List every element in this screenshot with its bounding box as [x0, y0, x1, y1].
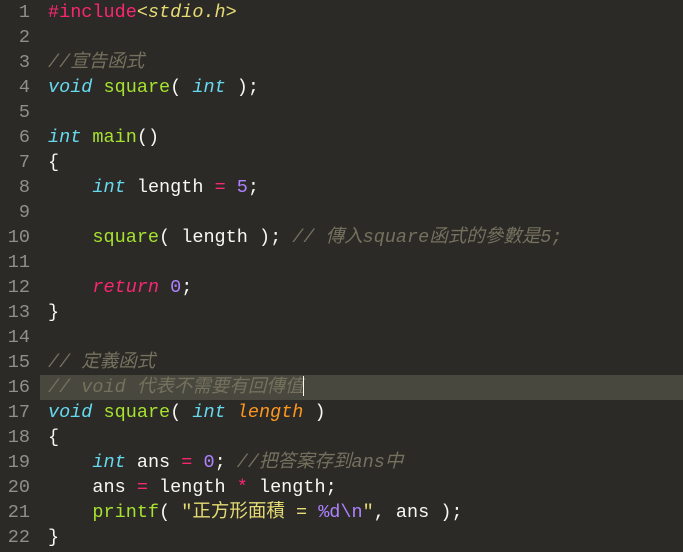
line-number: 10	[6, 225, 30, 250]
function-name: square	[104, 77, 171, 98]
line-number: 6	[6, 125, 30, 150]
line-number: 9	[6, 200, 30, 225]
line-number: 17	[6, 400, 30, 425]
line-number: 5	[6, 100, 30, 125]
type-keyword: int	[92, 177, 125, 198]
code-line[interactable]: // 定義函式	[40, 350, 683, 375]
number-literal: 5	[237, 177, 248, 198]
code-line[interactable]: int main()	[40, 125, 683, 150]
type-keyword: int	[92, 452, 125, 473]
keyword-return: return	[92, 277, 159, 298]
code-editor[interactable]: 1 2 3 4 5 6 7 8 9 10 11 12 13 14 15 16 1…	[0, 0, 683, 552]
function-call: printf	[92, 502, 159, 523]
line-number: 4	[6, 75, 30, 100]
line-number: 1	[6, 0, 30, 25]
function-name: square	[104, 402, 171, 423]
type-keyword: void	[48, 402, 92, 423]
code-content[interactable]: #include<stdio.h> //宣告函式 void square( in…	[40, 0, 683, 552]
comment: // 傳入square函式的參數是5;	[292, 227, 562, 248]
line-number: 3	[6, 50, 30, 75]
code-line[interactable]: square( length ); // 傳入square函式的參數是5;	[40, 225, 683, 250]
code-line[interactable]: {	[40, 150, 683, 175]
line-gutter: 1 2 3 4 5 6 7 8 9 10 11 12 13 14 15 16 1…	[0, 0, 40, 552]
code-line[interactable]: void square( int length )	[40, 400, 683, 425]
line-number: 19	[6, 450, 30, 475]
code-line[interactable]: void square( int );	[40, 75, 683, 100]
code-line[interactable]	[40, 250, 683, 275]
code-line[interactable]: ans = length * length;	[40, 475, 683, 500]
code-line[interactable]: printf( "正方形面積 = %d\n", ans );	[40, 500, 683, 525]
code-line[interactable]	[40, 25, 683, 50]
code-line[interactable]: {	[40, 425, 683, 450]
line-number: 18	[6, 425, 30, 450]
comment: // 定義函式	[48, 352, 155, 373]
line-number: 2	[6, 25, 30, 50]
line-number: 15	[6, 350, 30, 375]
number-literal: 0	[170, 277, 181, 298]
format-escape: %d\n	[318, 502, 362, 523]
comment: // void 代表不需要有回傳值	[48, 377, 303, 398]
line-number: 21	[6, 500, 30, 525]
line-number: 12	[6, 275, 30, 300]
line-number: 14	[6, 325, 30, 350]
preprocessor: #include	[48, 2, 137, 23]
code-line[interactable]: return 0;	[40, 275, 683, 300]
text-cursor	[303, 376, 304, 396]
code-line[interactable]: }	[40, 525, 683, 550]
code-line[interactable]: }	[40, 300, 683, 325]
line-number: 16	[6, 375, 30, 400]
code-line[interactable]: int length = 5;	[40, 175, 683, 200]
line-number: 7	[6, 150, 30, 175]
number-literal: 0	[203, 452, 214, 473]
line-number: 20	[6, 475, 30, 500]
type-keyword: int	[192, 77, 225, 98]
string-literal: "正方形面積 =	[181, 502, 318, 523]
code-line[interactable]	[40, 200, 683, 225]
function-call: square	[92, 227, 159, 248]
comment: //宣告函式	[48, 52, 144, 73]
line-number: 13	[6, 300, 30, 325]
code-line[interactable]: //宣告函式	[40, 50, 683, 75]
function-name: main	[92, 127, 136, 148]
type-keyword: void	[48, 77, 92, 98]
comment: //把答案存到ans中	[237, 452, 404, 473]
type-keyword: int	[48, 127, 81, 148]
code-line-current[interactable]: // void 代表不需要有回傳值	[40, 375, 683, 400]
type-keyword: int	[192, 402, 225, 423]
code-line[interactable]	[40, 100, 683, 125]
code-line[interactable]: int ans = 0; //把答案存到ans中	[40, 450, 683, 475]
line-number: 8	[6, 175, 30, 200]
include-header: <stdio.h>	[137, 2, 237, 23]
line-number: 22	[6, 525, 30, 550]
line-number: 11	[6, 250, 30, 275]
parameter-name: length	[237, 402, 304, 423]
code-line[interactable]: #include<stdio.h>	[40, 0, 683, 25]
code-line[interactable]	[40, 325, 683, 350]
